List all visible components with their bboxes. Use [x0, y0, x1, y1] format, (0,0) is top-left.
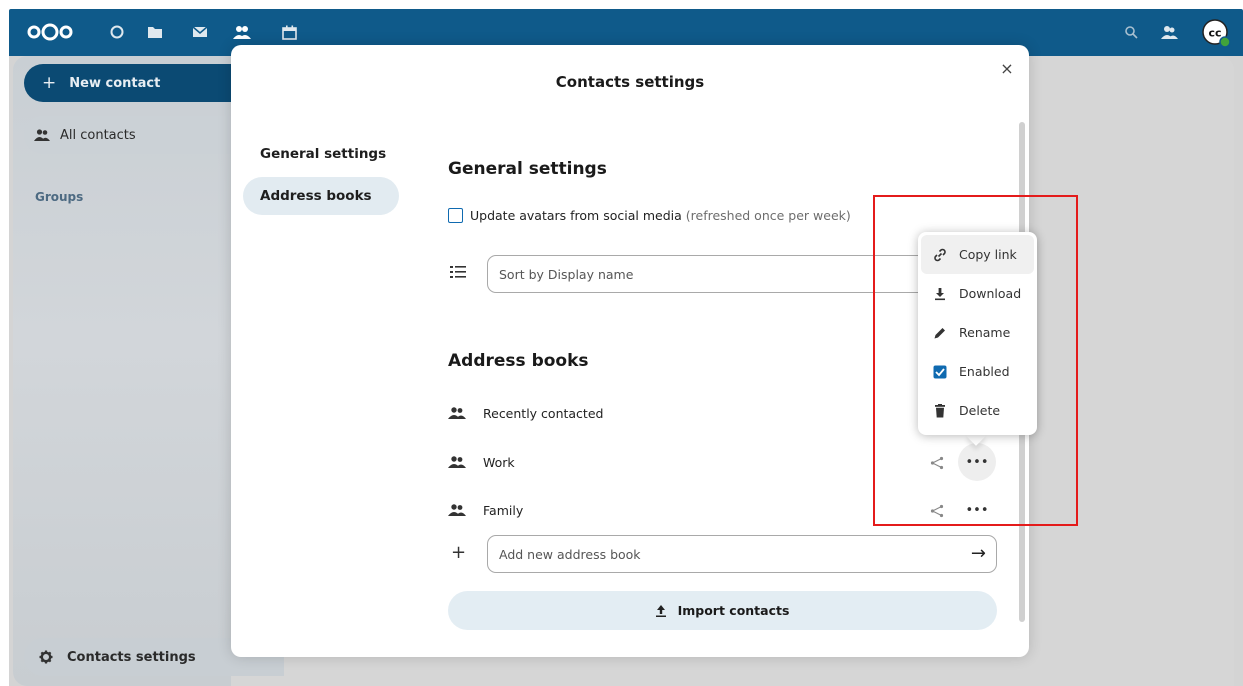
contacts-icon[interactable]	[232, 22, 252, 42]
plus-icon: +	[451, 542, 467, 563]
files-icon[interactable]	[146, 22, 164, 42]
address-book-row-family: Family	[448, 498, 523, 522]
import-contacts-label: Import contacts	[677, 603, 790, 618]
address-book-name: Work	[483, 454, 515, 470]
all-contacts-label: All contacts	[60, 127, 136, 143]
mail-icon[interactable]	[191, 22, 209, 42]
update-avatars-checkbox[interactable]	[448, 208, 463, 223]
sort-select[interactable]: Sort by Display name	[487, 255, 927, 293]
address-book-icon	[448, 407, 466, 419]
modal-title: Contacts settings	[555, 73, 705, 91]
list-icon	[450, 264, 466, 283]
groups-heading: Groups	[35, 190, 84, 204]
highlight-box	[873, 195, 1078, 526]
gear-icon	[39, 650, 53, 664]
dashboard-icon[interactable]	[108, 22, 126, 42]
address-book-name: Recently contacted	[483, 405, 604, 421]
import-contacts-button[interactable]: Import contacts	[448, 591, 997, 630]
contacts-menu-icon[interactable]	[1159, 22, 1179, 42]
address-book-icon	[448, 456, 466, 468]
close-icon[interactable]: ×	[997, 59, 1017, 79]
update-avatars-checkbox-row[interactable]: Update avatars from social media (refres…	[448, 208, 851, 223]
contacts-group-icon	[34, 129, 50, 141]
nav-address-books[interactable]: Address books	[243, 177, 399, 215]
address-book-row-work: Work	[448, 450, 515, 474]
nav-general-settings-label: General settings	[260, 146, 387, 162]
arrow-right-icon[interactable]: →	[971, 543, 986, 564]
search-icon[interactable]	[1122, 22, 1140, 42]
address-book-icon	[448, 504, 466, 516]
add-address-book-placeholder: Add new address book	[499, 546, 641, 562]
nav-address-books-label: Address books	[260, 188, 372, 204]
calendar-icon[interactable]	[280, 22, 298, 42]
address-book-name: Family	[483, 502, 524, 518]
upload-icon	[655, 604, 666, 617]
address-book-row-recently-contacted: Recently contacted	[448, 401, 603, 425]
nav-general-settings[interactable]: General settings	[243, 135, 399, 173]
avatar[interactable]: cc	[1201, 18, 1231, 48]
new-contact-label: New contact	[69, 75, 161, 91]
plus-icon: +	[42, 73, 57, 93]
contacts-settings-label: Contacts settings	[67, 649, 196, 665]
general-settings-heading: General settings	[448, 159, 607, 179]
logo-icon[interactable]	[25, 22, 77, 42]
update-avatars-label: Update avatars from social media	[470, 208, 682, 223]
add-address-book-input[interactable]: Add new address book →	[487, 535, 997, 573]
address-books-heading: Address books	[448, 351, 589, 371]
update-avatars-hint: (refreshed once per week)	[685, 208, 851, 223]
avatar-initials: cc	[1208, 27, 1221, 40]
sort-select-value: Sort by Display name	[499, 266, 634, 282]
